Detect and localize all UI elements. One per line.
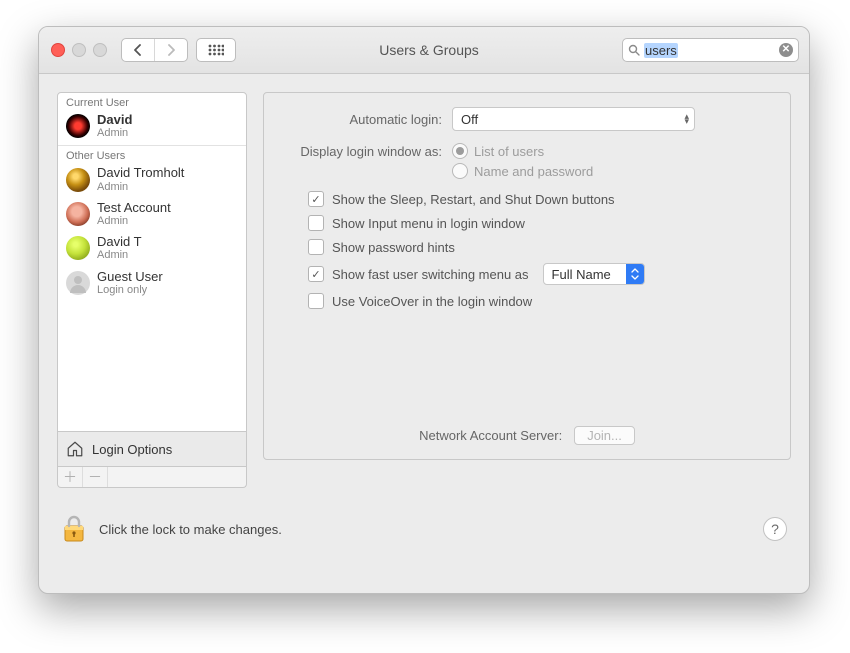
titlebar: Users & Groups users ✕ bbox=[39, 27, 809, 74]
user-name: David bbox=[97, 113, 132, 127]
clear-search-button[interactable]: ✕ bbox=[779, 43, 793, 57]
network-account-server-row: Network Account Server: Join... bbox=[264, 426, 790, 445]
minimize-window-button bbox=[72, 43, 86, 57]
nav-back-forward[interactable] bbox=[121, 38, 188, 62]
network-account-server-label: Network Account Server: bbox=[419, 428, 562, 443]
back-button[interactable] bbox=[122, 39, 154, 61]
content-area: Current User David Admin Other Users Dav… bbox=[39, 74, 809, 500]
radio-name-and-password: Name and password bbox=[452, 163, 593, 179]
automatic-login-value: Off bbox=[461, 112, 478, 127]
list-item[interactable]: Guest User Login only bbox=[58, 268, 246, 302]
checkbox-label: Show fast user switching menu as bbox=[332, 267, 529, 282]
sidebar-section-other: Other Users bbox=[58, 146, 246, 164]
remove-user-button: － bbox=[82, 467, 108, 487]
radio-icon bbox=[452, 163, 468, 179]
chevron-up-down-icon bbox=[626, 264, 644, 284]
user-role: Login only bbox=[97, 284, 163, 296]
list-item[interactable]: David Tromholt Admin bbox=[58, 164, 246, 198]
preferences-window: Users & Groups users ✕ Current User Davi… bbox=[38, 26, 810, 594]
login-options-label: Login Options bbox=[92, 442, 172, 457]
show-all-preferences-button[interactable] bbox=[196, 38, 236, 62]
search-field[interactable]: users ✕ bbox=[622, 38, 799, 62]
checkbox-voiceover[interactable] bbox=[308, 293, 324, 309]
radio-list-of-users: List of users bbox=[452, 143, 593, 159]
checkbox-show-password-hints[interactable] bbox=[308, 239, 324, 255]
automatic-login-label: Automatic login: bbox=[282, 112, 442, 127]
checkbox-label: Show password hints bbox=[332, 240, 455, 255]
user-role: Admin bbox=[97, 181, 184, 193]
checkbox-show-input-menu[interactable] bbox=[308, 215, 324, 231]
traffic-lights bbox=[51, 43, 107, 57]
checkbox-label: Show the Sleep, Restart, and Shut Down b… bbox=[332, 192, 615, 207]
login-options-row[interactable]: Login Options bbox=[57, 432, 247, 467]
close-window-button[interactable] bbox=[51, 43, 65, 57]
checkbox-fast-user-switching[interactable] bbox=[308, 266, 324, 282]
user-list: Current User David Admin Other Users Dav… bbox=[57, 92, 247, 432]
automatic-login-select[interactable]: Off ▴▾ bbox=[452, 107, 695, 131]
join-button: Join... bbox=[574, 426, 635, 445]
user-name: David Tromholt bbox=[97, 166, 184, 180]
user-name: David T bbox=[97, 235, 142, 249]
avatar bbox=[66, 271, 90, 295]
lock-icon[interactable] bbox=[61, 514, 87, 544]
user-role: Admin bbox=[97, 127, 132, 139]
list-item[interactable]: David T Admin bbox=[58, 233, 246, 267]
checkbox-show-sleep-restart[interactable] bbox=[308, 191, 324, 207]
radio-icon bbox=[452, 143, 468, 159]
lock-message: Click the lock to make changes. bbox=[99, 522, 282, 537]
current-user-row[interactable]: David Admin bbox=[58, 111, 246, 145]
fast-user-switching-value: Full Name bbox=[552, 267, 611, 282]
checkbox-label: Show Input menu in login window bbox=[332, 216, 525, 231]
fast-user-switching-select[interactable]: Full Name bbox=[543, 263, 645, 285]
user-role: Admin bbox=[97, 249, 142, 261]
avatar bbox=[66, 168, 90, 192]
list-item[interactable]: Test Account Admin bbox=[58, 199, 246, 233]
sidebar: Current User David Admin Other Users Dav… bbox=[57, 92, 247, 488]
user-name: Guest User bbox=[97, 270, 163, 284]
zoom-window-button bbox=[93, 43, 107, 57]
add-remove-bar: ＋ － bbox=[57, 467, 247, 488]
display-login-window-label: Display login window as: bbox=[282, 143, 442, 159]
window-title: Users & Groups bbox=[244, 42, 614, 58]
avatar bbox=[66, 236, 90, 260]
add-user-button: ＋ bbox=[58, 467, 82, 487]
help-button[interactable]: ? bbox=[763, 517, 787, 541]
checkbox-label: Use VoiceOver in the login window bbox=[332, 294, 532, 309]
sidebar-section-current: Current User bbox=[58, 93, 246, 111]
footer: Click the lock to make changes. ? bbox=[39, 500, 809, 556]
user-role: Admin bbox=[97, 215, 171, 227]
house-icon bbox=[66, 440, 84, 458]
avatar bbox=[66, 202, 90, 226]
search-icon bbox=[628, 44, 640, 56]
search-input[interactable]: users bbox=[644, 43, 678, 58]
user-name: Test Account bbox=[97, 201, 171, 215]
settings-panel: Automatic login: Off ▴▾ Display login wi… bbox=[263, 92, 791, 460]
chevron-up-down-icon: ▴▾ bbox=[684, 114, 689, 125]
avatar bbox=[66, 114, 90, 138]
forward-button bbox=[154, 39, 187, 61]
